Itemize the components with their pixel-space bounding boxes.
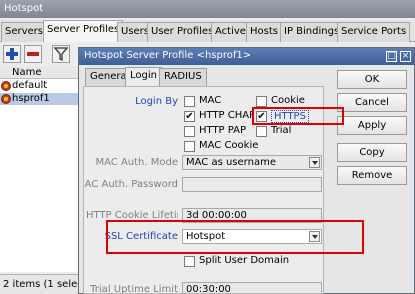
copy-button[interactable]: Copy (337, 143, 407, 162)
mac-checkbox-label: MAC (199, 95, 222, 106)
filter-button[interactable] (52, 45, 70, 63)
split-user-domain-label: Split User Domain (199, 255, 290, 266)
dropdown-arrow-icon (309, 157, 320, 168)
trial-uptime-limit-field[interactable]: 00:30:00 (182, 282, 322, 293)
cancel-button[interactable]: Cancel (337, 93, 407, 112)
tab-hosts[interactable]: Hosts (246, 22, 282, 42)
tab-login[interactable]: Login (125, 67, 162, 87)
cookie-checkbox-label: Cookie (271, 95, 305, 106)
tab-ip-bindings[interactable]: IP Bindings (280, 22, 344, 42)
profile-icon (1, 81, 11, 91)
tab-servers[interactable]: Servers (1, 22, 48, 42)
mac-auth-mode-label: MAC Auth. Mode (95, 157, 179, 168)
mac-cookie-checkbox[interactable] (184, 141, 195, 152)
close-icon[interactable]: × (400, 51, 411, 62)
profile-list: default hsprof1 (0, 79, 78, 272)
mac-checkbox[interactable] (184, 96, 195, 107)
mac-auth-mode-select[interactable]: MAC as username (182, 155, 322, 170)
add-button[interactable] (3, 45, 21, 63)
profile-dialog: Hotspot Server Profile <hsprof1> □ × Gen… (78, 47, 415, 294)
http-chap-checkbox-label: HTTP CHAP (199, 110, 253, 121)
mac-auth-password-field[interactable] (182, 177, 322, 192)
toolbar (0, 43, 78, 65)
trial-uptime-limit-label: Trial Uptime Limit (90, 284, 178, 294)
status-bar: 2 items (1 selected) (0, 274, 78, 294)
mac-cookie-checkbox-label: MAC Cookie (199, 140, 259, 151)
http-chap-checkbox[interactable]: ✔ (184, 111, 195, 122)
tab-radius[interactable]: RADIUS (159, 68, 207, 86)
apply-button[interactable]: Apply (337, 116, 407, 135)
trial-checkbox[interactable] (256, 126, 267, 137)
mac-auth-password-label: MAC Auth. Password (83, 179, 178, 190)
window-title: Hotspot (0, 0, 415, 18)
ok-button[interactable]: OK (337, 70, 407, 89)
tab-active[interactable]: Active (211, 22, 250, 42)
list-item-label: hsprof1 (12, 93, 50, 104)
tab-server-profiles[interactable]: Server Profiles (43, 20, 124, 42)
split-user-domain-checkbox[interactable] (184, 256, 195, 267)
mac-auth-mode-value: MAC as username (186, 157, 276, 168)
filter-icon (53, 47, 69, 62)
main-tabs: Servers Server Profiles Users User Profi… (0, 20, 415, 42)
ssl-certificate-highlight-box (106, 220, 364, 254)
list-column-name[interactable]: Name (0, 67, 78, 79)
tab-service-ports[interactable]: Service Ports (337, 22, 411, 42)
https-highlight-box (252, 107, 344, 125)
profile-icon (1, 94, 11, 104)
login-by-label: Login By (135, 96, 178, 107)
list-item-label: default (12, 80, 48, 91)
remove-button[interactable] (24, 45, 42, 63)
remove-profile-button[interactable]: Remove (337, 166, 407, 185)
tab-user-profiles[interactable]: User Profiles (147, 22, 218, 42)
http-pap-checkbox[interactable] (184, 126, 195, 137)
minus-icon (27, 52, 39, 56)
list-item[interactable]: hsprof1 (0, 93, 78, 105)
dialog-title: Hotspot Server Profile <hsprof1> (79, 48, 414, 65)
http-pap-checkbox-label: HTTP PAP (199, 125, 247, 136)
maximize-icon[interactable]: □ (386, 51, 397, 62)
plus-icon (6, 48, 18, 60)
list-item[interactable]: default (0, 80, 78, 92)
trial-checkbox-label: Trial (271, 125, 292, 136)
cookie-checkbox[interactable] (256, 96, 267, 107)
